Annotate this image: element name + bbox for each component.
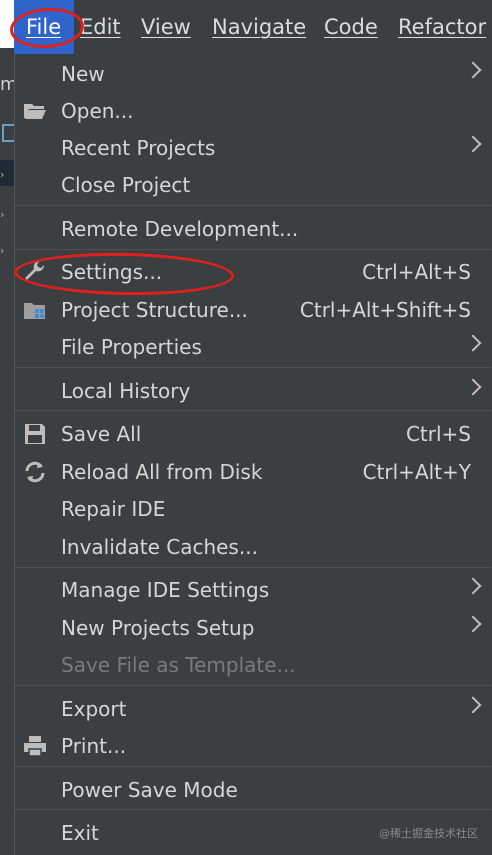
menu-item-save-all[interactable]: Save All Ctrl+S: [15, 416, 491, 452]
menu-separator: [15, 205, 491, 206]
menu-item-label: Project Structure...: [61, 298, 248, 322]
menu-item-label: New Projects Setup: [61, 616, 255, 640]
menu-item-reload-all[interactable]: Reload All from Disk Ctrl+Alt+Y: [15, 454, 491, 490]
menu-item-shortcut: Ctrl+S: [405, 422, 471, 446]
chevron-right-icon: [464, 615, 482, 633]
save-icon: [23, 422, 47, 446]
menu-separator: [15, 766, 491, 767]
menu-item-label: Exit: [61, 821, 99, 845]
menu-item-label: New: [61, 62, 105, 86]
menu-item-label: Open...: [61, 99, 134, 123]
menu-item-label: Reload All from Disk: [61, 460, 263, 484]
menu-item-new[interactable]: New: [15, 56, 491, 92]
chevron-right-icon: ›: [0, 244, 5, 257]
menu-item-shortcut: Ctrl+Alt+S: [362, 260, 471, 284]
menu-navigate[interactable]: Navigate: [212, 0, 306, 54]
chevron-right-icon: [464, 577, 482, 595]
menu-item-open[interactable]: Open...: [15, 93, 491, 129]
menu-code[interactable]: Code: [324, 0, 378, 54]
menu-refactor[interactable]: Refactor: [398, 0, 486, 54]
menu-item-export[interactable]: Export: [15, 691, 491, 727]
menu-item-label: Recent Projects: [61, 136, 216, 160]
menu-item-label: Invalidate Caches...: [61, 535, 258, 559]
menu-item-label: Save File as Template...: [61, 653, 296, 677]
menu-separator: [15, 567, 491, 568]
menu-separator: [15, 685, 491, 686]
chevron-right-icon: [464, 61, 482, 79]
printer-icon: [23, 734, 47, 758]
menu-item-label: Repair IDE: [61, 497, 166, 521]
reload-icon: [23, 460, 47, 484]
menu-item-remote-development[interactable]: Remote Development...: [15, 211, 491, 247]
menu-item-label: Export: [61, 697, 127, 721]
menu-item-label: Power Save Mode: [61, 778, 238, 802]
menu-item-label: Remote Development...: [61, 217, 299, 241]
menu-separator: [15, 249, 491, 250]
menu-item-local-history[interactable]: Local History: [15, 373, 491, 409]
watermark: @稀土掘金技术社区: [379, 827, 478, 840]
menu-item-manage-ide-settings[interactable]: Manage IDE Settings: [15, 572, 491, 608]
menu-item-label: Print...: [61, 734, 127, 758]
menu-item-recent-projects[interactable]: Recent Projects: [15, 130, 491, 166]
menu-view[interactable]: View: [141, 0, 191, 54]
menu-item-label: Local History: [61, 379, 191, 403]
chevron-right-icon: ›: [0, 168, 5, 181]
menu-item-label: Manage IDE Settings: [61, 578, 270, 602]
menu-separator: [15, 367, 491, 368]
menu-item-new-projects-setup[interactable]: New Projects Setup: [15, 610, 491, 646]
menu-item-invalidate-caches[interactable]: Invalidate Caches...: [15, 529, 491, 565]
menu-edit[interactable]: Edit: [80, 0, 121, 54]
menu-separator: [15, 410, 491, 411]
chevron-right-icon: [464, 696, 482, 714]
menu-item-save-file-as-template: Save File as Template...: [15, 647, 491, 683]
chevron-right-icon: [464, 334, 482, 352]
menu-item-label: Close Project: [61, 173, 191, 197]
menu-item-close-project[interactable]: Close Project: [15, 167, 491, 203]
file-menu-dropdown: New Open... Recent Projects Close Projec…: [14, 54, 492, 855]
chevron-right-icon: [464, 378, 482, 396]
folder-open-icon: [23, 99, 47, 123]
chevron-right-icon: [464, 135, 482, 153]
chevron-right-icon: ›: [0, 208, 5, 221]
menu-item-project-structure[interactable]: Project Structure... Ctrl+Alt+Shift+S: [15, 292, 491, 328]
menu-item-shortcut: Ctrl+Alt+Y: [362, 460, 471, 484]
menu-item-shortcut: Ctrl+Alt+Shift+S: [299, 298, 471, 322]
menu-item-power-save-mode[interactable]: Power Save Mode: [15, 772, 491, 808]
menu-item-print[interactable]: Print...: [15, 728, 491, 764]
menu-item-label: Save All: [61, 422, 142, 446]
menu-item-label: File Properties: [61, 335, 202, 359]
menu-separator: [15, 809, 491, 810]
menu-item-file-properties[interactable]: File Properties: [15, 329, 491, 365]
menu-item-repair-ide[interactable]: Repair IDE: [15, 491, 491, 527]
project-structure-icon: [23, 298, 47, 322]
